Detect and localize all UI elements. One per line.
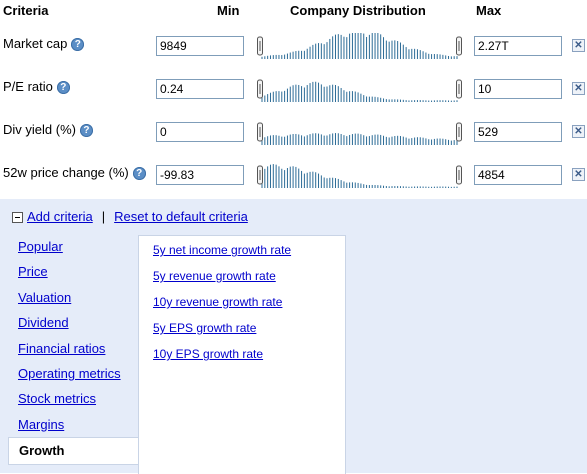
option-5y-revenue-growth[interactable]: 5y revenue growth rate: [153, 269, 276, 283]
max-input[interactable]: [474, 122, 562, 142]
max-slider-handle[interactable]: [456, 122, 462, 142]
criteria-actions: Add criteria | Reset to default criteria: [12, 209, 248, 224]
collapse-icon[interactable]: [12, 212, 23, 224]
category-growth[interactable]: Growth: [8, 437, 139, 465]
min-slider-handle[interactable]: [257, 79, 263, 99]
option-5y-net-income-growth[interactable]: 5y net income growth rate: [153, 243, 291, 257]
question-icon[interactable]: ?: [132, 167, 146, 181]
distribution-histogram[interactable]: [256, 114, 463, 148]
option-10y-revenue-growth[interactable]: 10y revenue growth rate: [153, 295, 282, 309]
close-icon[interactable]: ✕: [572, 82, 585, 95]
criteria-label: P/E ratio?: [3, 79, 70, 95]
max-input[interactable]: [474, 36, 562, 56]
min-input[interactable]: [156, 36, 244, 56]
category-financial-ratios[interactable]: Financial ratios: [8, 336, 138, 361]
close-icon[interactable]: ✕: [572, 168, 585, 181]
category-stock-metrics[interactable]: Stock metrics: [8, 386, 138, 411]
question-icon[interactable]: ?: [56, 81, 70, 95]
option-10y-eps-growth[interactable]: 10y EPS growth rate: [153, 347, 263, 361]
criteria-row-div-yield: Div yield (%)? ✕: [0, 113, 587, 149]
max-slider-handle[interactable]: [456, 165, 462, 185]
max-input[interactable]: [474, 79, 562, 99]
criteria-label: Market cap?: [3, 36, 85, 52]
criteria-row-market-cap: Market cap? ✕: [0, 27, 587, 63]
criteria-row-pe-ratio: P/E ratio? ✕: [0, 70, 587, 106]
distribution-histogram[interactable]: [256, 71, 463, 105]
add-criteria-link[interactable]: Add criteria: [27, 209, 93, 224]
distribution-header: Company Distribution: [290, 3, 426, 18]
max-input[interactable]: [474, 165, 562, 185]
min-input[interactable]: [156, 165, 244, 185]
distribution-histogram[interactable]: [256, 28, 463, 62]
category-dividend[interactable]: Dividend: [8, 310, 138, 335]
min-slider-handle[interactable]: [257, 122, 263, 142]
reset-criteria-link[interactable]: Reset to default criteria: [114, 209, 248, 224]
growth-options-box: 5y net income growth rate 5y revenue gro…: [138, 235, 346, 474]
max-slider-handle[interactable]: [456, 79, 462, 99]
question-icon[interactable]: ?: [71, 38, 85, 52]
category-margins[interactable]: Margins: [8, 412, 138, 437]
distribution-histogram[interactable]: [256, 157, 463, 191]
max-header: Max: [476, 3, 502, 18]
separator: |: [101, 209, 106, 224]
close-icon[interactable]: ✕: [572, 125, 585, 138]
min-input[interactable]: [156, 79, 244, 99]
criteria-header: Criteria: [3, 3, 49, 18]
criteria-label: 52w price change (%)?: [3, 165, 146, 181]
criteria-row-52w-price-change: 52w price change (%)? ✕: [0, 156, 587, 192]
min-slider-handle[interactable]: [257, 36, 263, 56]
close-icon[interactable]: ✕: [572, 39, 585, 52]
category-operating-metrics[interactable]: Operating metrics: [8, 361, 138, 386]
max-slider-handle[interactable]: [456, 36, 462, 56]
min-slider-handle[interactable]: [257, 165, 263, 185]
option-5y-eps-growth[interactable]: 5y EPS growth rate: [153, 321, 256, 335]
category-list: Popular Price Valuation Dividend Financi…: [8, 234, 139, 465]
min-input[interactable]: [156, 122, 244, 142]
category-price[interactable]: Price: [8, 259, 138, 284]
category-valuation[interactable]: Valuation: [8, 285, 138, 310]
question-icon[interactable]: ?: [79, 124, 93, 138]
min-header: Min: [217, 3, 240, 18]
category-popular[interactable]: Popular: [8, 234, 138, 259]
criteria-label: Div yield (%)?: [3, 122, 93, 138]
